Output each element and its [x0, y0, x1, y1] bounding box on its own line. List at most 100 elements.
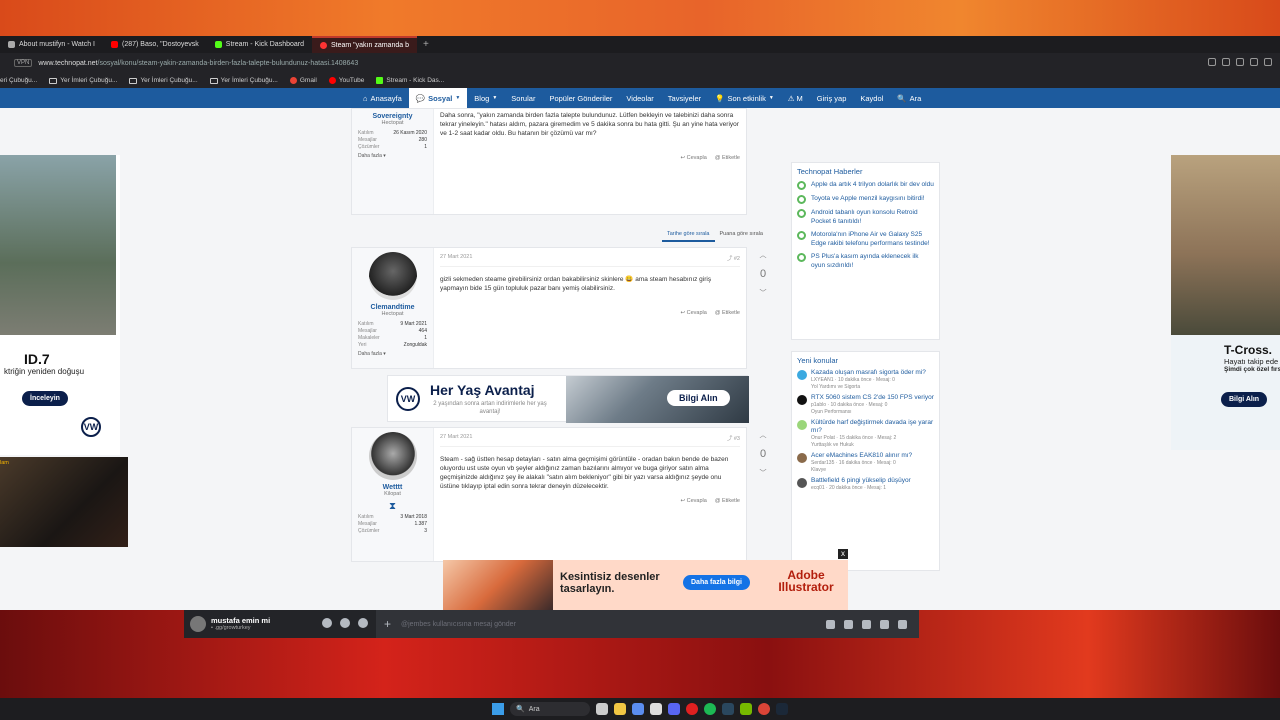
opera-icon[interactable] — [686, 703, 698, 715]
windows-start-icon[interactable] — [492, 703, 504, 715]
thread-item[interactable]: Kazada oluşan masrafı sigorta öder mi? LX… — [797, 369, 934, 391]
gift-icon[interactable] — [826, 619, 835, 629]
ad-left-vw[interactable]: ID.7 ktriğin yeniden doğuşu İnceleyin VW — [0, 155, 120, 455]
nav-more[interactable]: ⚠ M — [781, 88, 810, 108]
browser-tab[interactable]: (287) Baso, "Dostoyevsk — [103, 36, 207, 53]
sort-by-date-tab[interactable]: Tarihe göre sırala — [662, 228, 715, 242]
vpn-badge[interactable]: VPN — [14, 59, 33, 67]
taskbar-search[interactable]: 🔍 Ara — [510, 702, 590, 716]
bookmark-folder[interactable]: Yer İmleri Çubuğu... — [49, 77, 117, 84]
close-icon[interactable]: x — [838, 549, 848, 559]
steam-icon[interactable] — [776, 703, 788, 715]
username-link[interactable]: Wetttt — [358, 484, 427, 491]
steam-icon[interactable] — [722, 703, 734, 715]
nav-home[interactable]: ⌂ Anasayfa — [356, 88, 409, 108]
post-number[interactable]: ⤴ #2 — [727, 254, 740, 262]
ad-banner-mid[interactable]: VW Her Yaş Avantaj 2 yaşından sonra arta… — [387, 375, 749, 423]
store-icon[interactable] — [650, 703, 662, 715]
browser-tab[interactable]: About mustifyn - Watch I — [0, 36, 103, 53]
login-link[interactable]: Giriş yap — [810, 88, 854, 108]
nav-recommendations[interactable]: Tavsiyeler — [661, 88, 708, 108]
nvidia-icon[interactable] — [740, 703, 752, 715]
pin-icon[interactable] — [1208, 58, 1216, 66]
more-toggle[interactable]: Daha fazla ▾ — [358, 153, 427, 159]
bookmark-folder[interactable]: eri Çubuğu... — [0, 77, 37, 84]
thread-item[interactable]: Acer eMachines EAK810 alınır mı? Serdar13… — [797, 452, 934, 474]
news-item[interactable]: Android tabanlı oyun konsolu Retroid Poc… — [797, 208, 934, 226]
reply-button[interactable]: ↩ Cevapla — [681, 155, 707, 161]
discord-icon[interactable] — [668, 703, 680, 715]
bookmark-icon[interactable] — [1236, 58, 1244, 66]
gif-icon[interactable] — [844, 619, 853, 629]
nav-questions[interactable]: Sorular — [504, 88, 542, 108]
bookmark-folder[interactable]: Yer İmleri Çubuğu... — [209, 77, 278, 84]
more-toggle[interactable]: Daha fazla ▾ — [358, 351, 427, 357]
browser-tab-active[interactable]: Steam "yakın zamanda b — [312, 36, 417, 53]
bookmark-folder[interactable]: Yer İmleri Çubuğu... — [129, 77, 198, 84]
downvote-icon[interactable]: ﹀ — [748, 468, 778, 478]
tag-button[interactable]: @ Etiketle — [715, 498, 740, 504]
chrome-icon[interactable] — [758, 703, 770, 715]
avatar[interactable] — [368, 432, 417, 480]
nav-videos[interactable]: Videolar — [619, 88, 660, 108]
warning-icon: ⚠ — [787, 93, 795, 103]
sort-by-score-tab[interactable]: Puana göre sırala — [715, 228, 768, 242]
gear-icon[interactable] — [358, 618, 368, 628]
snapshot-icon[interactable] — [1222, 58, 1230, 66]
nav-social[interactable]: 💬 Sosyal ▼ — [408, 88, 468, 108]
new-tab-button[interactable]: + — [417, 39, 435, 50]
apps-icon[interactable] — [898, 619, 907, 629]
ad-banner-bottom[interactable]: Kesintisiz desenler tasarlayın. Daha faz… — [443, 560, 848, 610]
attach-button[interactable]: + — [384, 617, 391, 631]
reply-button[interactable]: ↩ Cevapla — [681, 310, 707, 316]
extensions-icon[interactable] — [1250, 58, 1258, 66]
task-view-icon[interactable] — [596, 703, 608, 715]
ad-bottom-button[interactable]: Daha fazla bilgi — [683, 575, 750, 590]
thread-item[interactable]: RTX 5060 sistem CS 2'de 150 FPS veriyor p… — [797, 394, 934, 416]
bookmark-gmail[interactable]: Gmail — [289, 77, 317, 84]
username-link[interactable]: Sovereignty — [358, 113, 427, 120]
avatar[interactable] — [368, 252, 417, 300]
message-input[interactable]: @jembes kullanıcısına mesaj gönder — [401, 621, 826, 628]
headphones-icon[interactable] — [340, 618, 350, 628]
video-thumbnail[interactable]: lam — [0, 457, 128, 547]
nav-blog[interactable]: Blog ▼ — [467, 88, 504, 108]
username-link[interactable]: Clemandtime — [358, 304, 427, 311]
register-link[interactable]: Kaydol — [853, 88, 890, 108]
spotify-icon[interactable] — [704, 703, 716, 715]
bookmark-youtube[interactable]: YouTube — [328, 77, 364, 84]
url-field[interactable]: www.technopat.net/sosyal/konu/steam-yaki… — [38, 60, 358, 67]
avatar[interactable] — [190, 616, 206, 632]
nav-popular[interactable]: Popüler Gönderiler — [542, 88, 619, 108]
thread-item[interactable]: Battlefield 6 pingi yükselip düşüyor ecq0… — [797, 477, 934, 492]
tag-button[interactable]: @ Etiketle — [715, 155, 740, 161]
ad-left-button[interactable]: İnceleyin — [22, 391, 68, 406]
post-date[interactable]: 27 Mart 2021 — [440, 434, 472, 442]
upvote-icon[interactable]: ︿ — [748, 430, 778, 440]
post-date[interactable]: 27 Mart 2021 — [440, 254, 472, 262]
copilot-icon[interactable] — [632, 703, 644, 715]
ad-mid-button[interactable]: Bilgi Alın — [667, 390, 730, 406]
bookmark-kick[interactable]: Stream - Kick Das... — [376, 77, 444, 84]
nav-search[interactable]: 🔍 Ara — [890, 88, 928, 108]
reply-button[interactable]: ↩ Cevapla — [681, 498, 707, 504]
news-item[interactable]: Apple da artık 4 trilyon dolarlık bir de… — [797, 180, 934, 190]
menu-icon[interactable] — [1264, 58, 1272, 66]
thread-item[interactable]: Kültürde harf değiştirmek davada işe yar… — [797, 419, 934, 449]
file-explorer-icon[interactable] — [614, 703, 626, 715]
power-icon — [797, 195, 806, 204]
nav-recent-activity[interactable]: 💡 Son etkinlik ▼ — [708, 88, 781, 108]
emoji-icon[interactable] — [880, 619, 889, 629]
tag-button[interactable]: @ Etiketle — [715, 310, 740, 316]
ad-right-vw[interactable]: T-Cross. Hayatı takip ede Şimdi çok özel… — [1171, 155, 1280, 450]
microphone-icon[interactable] — [322, 618, 332, 628]
ad-right-button[interactable]: Bilgi Alın — [1221, 392, 1268, 407]
sticker-icon[interactable] — [862, 619, 871, 629]
browser-tab[interactable]: Stream - Kick Dashboard — [207, 36, 312, 53]
upvote-icon[interactable]: ︿ — [748, 250, 778, 260]
news-item[interactable]: Motorola'nın iPhone Air ve Galaxy S25 Ed… — [797, 230, 934, 248]
post-number[interactable]: ⤴ #3 — [727, 434, 740, 442]
downvote-icon[interactable]: ﹀ — [748, 288, 778, 298]
news-item[interactable]: PS Plus'a kasım ayında eklenecek ilk oyu… — [797, 252, 934, 270]
news-item[interactable]: Toyota ve Apple menzil kaygısını bitirdi… — [797, 194, 934, 204]
